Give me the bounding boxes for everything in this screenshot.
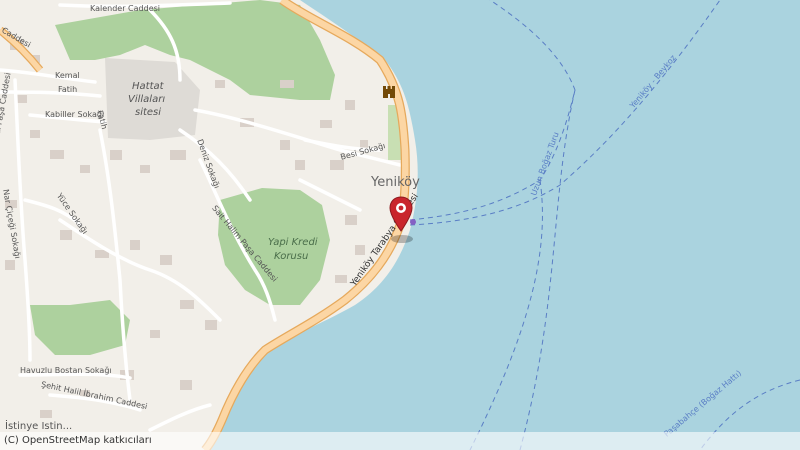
street-label-kalender: Kalender Caddesi bbox=[90, 4, 161, 13]
street-label-kabiller: Kabiller Sokağı bbox=[45, 110, 105, 119]
street-label-fatih-1: Fatih bbox=[58, 85, 78, 94]
street-label-istinye: İstinye Istin... bbox=[5, 421, 73, 432]
estate-label-line-1: Hattat bbox=[132, 81, 164, 92]
map-pin-icon[interactable] bbox=[386, 195, 416, 243]
street-label-kemal: Kemal bbox=[55, 71, 80, 80]
estate-label-line-3: sitesi bbox=[135, 107, 162, 118]
ferry-routes bbox=[409, 0, 800, 450]
place-label-yenikoy: Yeniköy bbox=[371, 175, 420, 190]
estate-label-line-2: Villaları bbox=[128, 94, 166, 105]
map-attribution[interactable]: (C) OpenStreetMap katkıcıları bbox=[0, 432, 800, 450]
park-label-line-1: Yapi Kredi bbox=[268, 237, 318, 248]
street-label-havuzlu-bostan: Havuzlu Bostan Sokağı bbox=[20, 366, 112, 375]
castle-icon[interactable] bbox=[383, 86, 395, 98]
park-label-line-2: Korusu bbox=[274, 251, 309, 262]
map-view[interactable]: Kalender Caddesi Caddesi Kemal Fatih Fat… bbox=[0, 0, 800, 450]
